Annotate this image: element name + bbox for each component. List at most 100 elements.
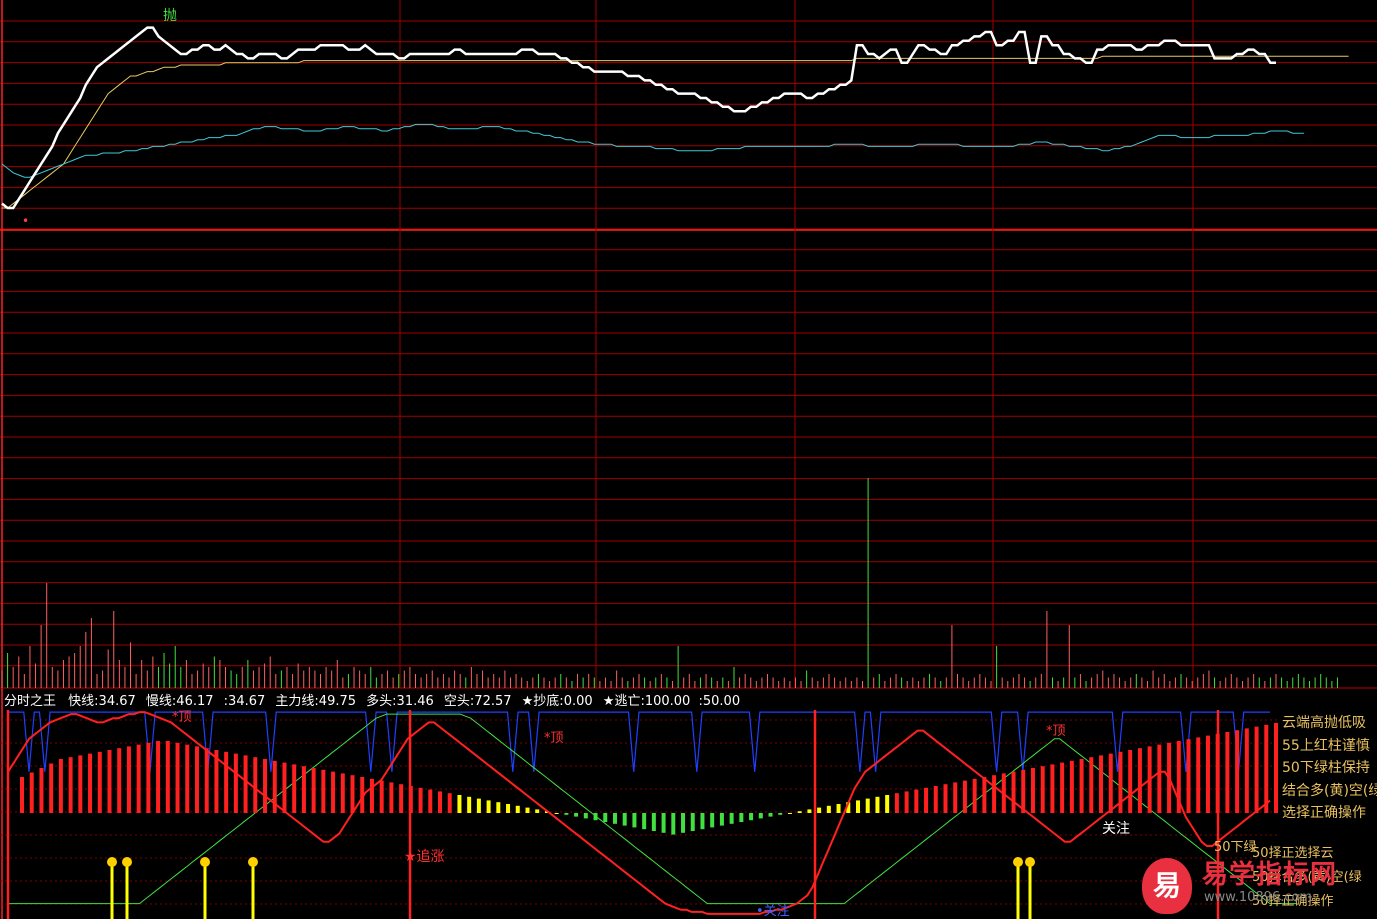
osc-bar	[992, 775, 997, 813]
osc-bar	[1079, 759, 1084, 813]
osc-bar	[1050, 764, 1055, 813]
header-item: :50.00	[698, 694, 741, 709]
header-item: ★抄底:0.00	[521, 694, 593, 709]
osc-bar	[1021, 769, 1026, 813]
osc-label-chase: ★追涨	[404, 849, 445, 865]
pin-head	[122, 857, 132, 867]
osc-bar	[243, 755, 248, 813]
osc-bar	[311, 768, 316, 813]
watermark-text: 易学指标网	[1202, 860, 1338, 890]
osc-bar	[982, 777, 987, 813]
price-panel: 抛 •	[1, 8, 1349, 228]
osc-label-top2: *顶	[544, 731, 564, 746]
watermark: 易 易学指标网 www.10896.com	[1138, 852, 1377, 919]
osc-bar	[29, 772, 34, 813]
osc-bar	[933, 786, 938, 813]
osc-bar	[1254, 726, 1259, 813]
osc-bar	[107, 750, 112, 813]
osc-bar	[924, 787, 929, 813]
watermark-url: www.10896.com	[1204, 890, 1313, 905]
osc-bar	[204, 748, 209, 813]
osc-bar	[175, 742, 180, 813]
sell-marker: 抛	[163, 8, 177, 24]
osc-bar	[943, 784, 948, 813]
osc-bar	[68, 757, 73, 813]
osc-bar	[165, 741, 170, 813]
osc-bar	[826, 805, 831, 813]
osc-bar	[700, 813, 705, 830]
side-note: 55上红柱谨慎	[1282, 737, 1370, 754]
osc-bar	[690, 813, 695, 831]
osc-bar	[389, 782, 394, 813]
watermark-logo-icon: 易	[1142, 858, 1192, 914]
osc-bar	[778, 813, 783, 815]
osc-bar	[282, 762, 287, 813]
osc-bar	[350, 775, 355, 813]
side-note: 50下绿柱保持	[1282, 760, 1370, 776]
osc-bar	[496, 802, 501, 813]
osc-bar	[671, 813, 676, 835]
osc-bar	[612, 813, 617, 824]
osc-bar	[515, 805, 520, 813]
osc-bar	[224, 751, 229, 813]
side-notes: 云端高抛低吸 55上红柱谨慎 50下绿柱保持 结合多(黄)空(绿 选择正确操作	[1282, 712, 1377, 825]
side-note: 结合多(黄)空(绿	[1282, 782, 1377, 799]
osc-bar	[1069, 760, 1074, 813]
osc-bar	[768, 813, 773, 817]
osc-bar	[418, 787, 423, 813]
osc-bar	[1205, 735, 1210, 813]
osc-bar	[894, 793, 899, 813]
osc-bar	[875, 796, 880, 813]
osc-bar	[972, 778, 977, 813]
header-item: 快线:34.67	[68, 694, 136, 709]
pin-head	[200, 857, 210, 867]
osc-bar	[194, 746, 199, 813]
osc-bar	[593, 813, 598, 821]
osc-bar	[1040, 766, 1045, 813]
osc-bar	[1011, 771, 1016, 813]
osc-bar	[117, 748, 122, 813]
osc-bar	[574, 813, 579, 817]
side-note: 选择正确操作	[1282, 805, 1366, 821]
osc-label-top1: *顶	[172, 710, 192, 725]
osc-bar	[719, 813, 724, 826]
osc-bar	[39, 768, 44, 813]
osc-bar	[1089, 757, 1094, 813]
osc-bar	[1128, 750, 1133, 813]
osc-bar	[263, 759, 268, 813]
osc-bar	[457, 795, 462, 813]
osc-bar	[428, 789, 433, 813]
osc-bar	[97, 751, 102, 813]
osc-bar	[301, 766, 306, 813]
osc-bar	[49, 763, 54, 813]
cyan-line	[1, 123, 1304, 178]
osc-bar	[962, 780, 967, 813]
osc-bar	[486, 800, 491, 813]
osc-bar	[1137, 748, 1142, 813]
osc-bar	[525, 807, 530, 813]
osc-bar	[865, 798, 870, 813]
osc-bar	[836, 804, 841, 813]
osc-bar	[340, 773, 345, 813]
osc-bar	[904, 791, 909, 813]
osc-bar	[681, 813, 686, 833]
pin-head	[107, 857, 117, 867]
osc-bar	[146, 742, 151, 813]
osc-bar	[632, 813, 637, 828]
osc-label-bottom: •关注	[756, 904, 790, 919]
osc-bar	[233, 753, 238, 813]
osc-bar	[729, 813, 734, 824]
osc-bar	[651, 813, 656, 831]
osc-bar	[535, 809, 540, 813]
header-item: :34.67	[223, 694, 266, 709]
osc-bar	[78, 755, 83, 813]
osc-bar	[856, 800, 860, 813]
indicator-title: 分时之王	[4, 694, 57, 709]
price-line	[1, 26, 1276, 210]
pin-head	[1025, 857, 1035, 867]
osc-header: 分时之王 快线:34.67 慢线:46.17 :34.67 主力线:49.75 …	[4, 690, 741, 709]
osc-bar	[136, 744, 141, 813]
osc-bar	[953, 782, 958, 813]
osc-label-focus: 关注	[1102, 821, 1130, 837]
header-item: 多头:31.46	[366, 694, 434, 709]
